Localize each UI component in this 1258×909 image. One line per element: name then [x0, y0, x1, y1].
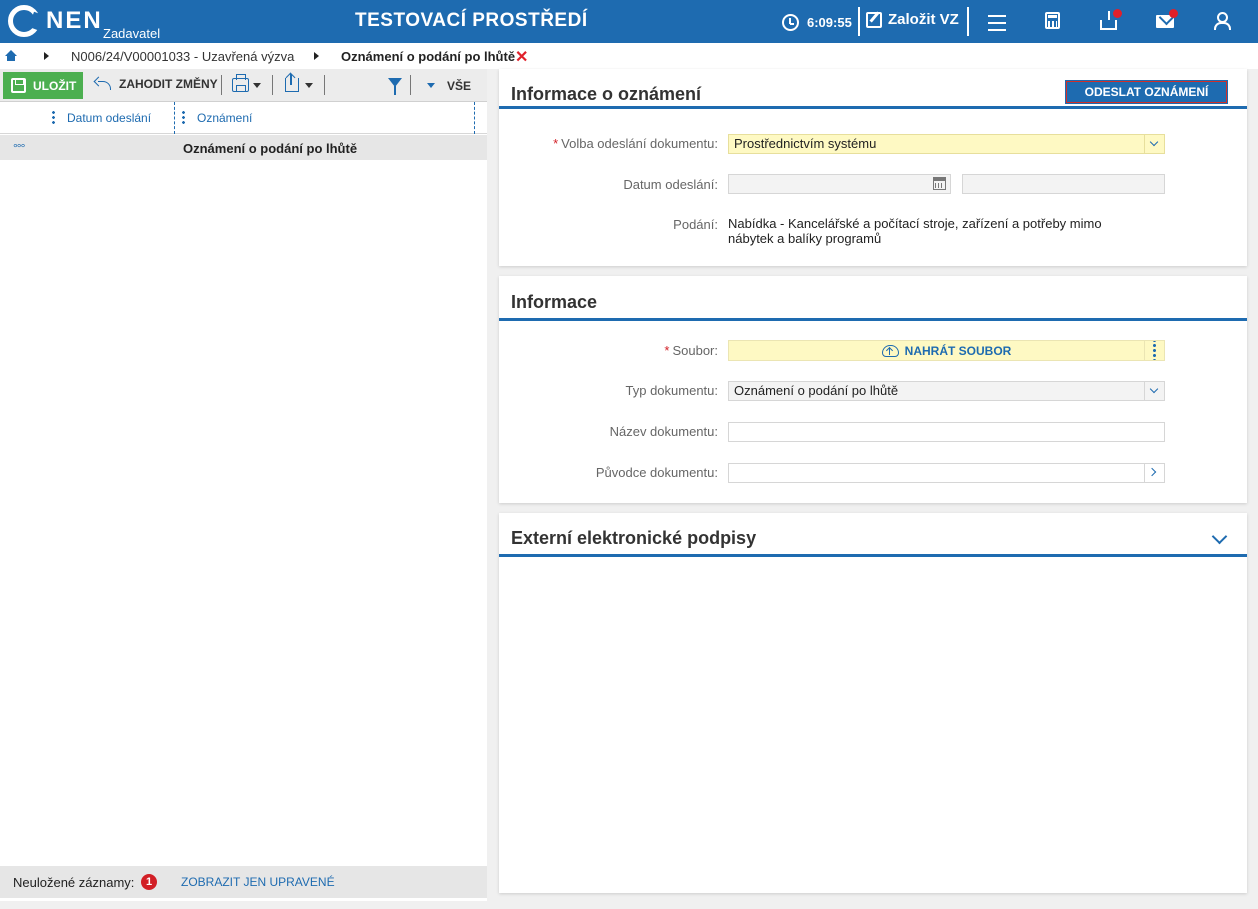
create-procurement-button[interactable]: Založit VZ — [866, 11, 959, 28]
table-row[interactable]: °°° Oznámení o podání po lhůtě — [0, 135, 487, 160]
document-name-label: Název dokumentu: — [609, 424, 718, 439]
send-date-label: Datum odeslání: — [623, 177, 718, 192]
document-originator-label: Původce dokumentu: — [595, 465, 718, 480]
print-dropdown-icon[interactable] — [253, 83, 261, 88]
home-icon[interactable] — [5, 50, 17, 61]
submission-value: Nabídka - Kancelářské a počítací stroje,… — [728, 216, 1102, 246]
upload-file-button[interactable]: NAHRÁT SOUBOR — [728, 340, 1165, 361]
info-panel: Informace * Soubor: NAHRÁT SOUBOR Typ dok… — [499, 276, 1247, 503]
panel-title: Externí elektronické podpisy — [511, 528, 757, 548]
toolbar-divider — [324, 75, 325, 95]
export-icon[interactable] — [285, 74, 299, 92]
toolbar-divider — [410, 75, 411, 95]
notice-info-panel: Informace o oznámení ODESLAT OZNÁMENÍ * V… — [499, 69, 1247, 266]
records-toolbar: ULOŽIT ZAHODIT ZMĚNY VŠE — [0, 69, 487, 102]
external-signatures-panel: Externí elektronické podpisy — [499, 513, 1247, 893]
calendar-icon — [933, 177, 946, 190]
row-menu-icon[interactable]: °°° — [13, 141, 25, 155]
breadcrumb-current: Oznámení o podání po lhůtě — [341, 49, 516, 64]
document-type-value: Oznámení o podání po lhůtě — [734, 383, 899, 398]
undo-icon — [94, 78, 111, 90]
unsaved-count-badge: 1 — [141, 874, 157, 890]
file-label: * Soubor: — [664, 343, 718, 358]
clock-icon — [782, 13, 799, 31]
brand-name[interactable]: NEN — [46, 7, 103, 35]
save-icon — [11, 78, 26, 93]
row-notice-cell[interactable]: Oznámení o podání po lhůtě — [183, 141, 357, 156]
column-header-notice[interactable]: Oznámení — [197, 111, 252, 125]
send-option-label: * Volba odeslání dokumentu: — [553, 136, 718, 151]
chevron-down-icon[interactable] — [1211, 528, 1228, 545]
records-panel: ULOŽIT ZAHODIT ZMĚNY VŠE Datum odeslání … — [0, 69, 487, 901]
save-label: ULOŽIT — [33, 78, 77, 93]
edit-icon — [866, 11, 882, 28]
toolbar-divider — [221, 75, 222, 95]
panel-header: Informace o oznámení ODESLAT OZNÁMENÍ — [499, 69, 1247, 109]
divider — [967, 7, 969, 36]
brand-role: Zadavatel — [103, 26, 161, 41]
cloud-upload-icon — [881, 344, 899, 357]
session-timer: 6:09:55 — [782, 12, 852, 32]
grid-header: Datum odeslání Oznámení — [0, 102, 487, 134]
panel-header: Informace — [499, 276, 1247, 321]
send-time-input — [962, 174, 1165, 194]
top-bar: NEN Zadavatel TESTOVACÍ PROSTŘEDÍ 6:09:5… — [0, 0, 1258, 43]
calculator-icon[interactable] — [1045, 12, 1060, 29]
chevron-right-icon[interactable] — [1144, 464, 1164, 482]
chevron-down-icon[interactable] — [1144, 382, 1164, 400]
divider — [858, 7, 860, 36]
view-dropdown-icon[interactable] — [427, 83, 435, 88]
submission-label: Podání: — [673, 217, 718, 232]
user-icon[interactable] — [1214, 12, 1231, 30]
session-time: 6:09:55 — [807, 14, 852, 30]
breadcrumb-arrow-icon — [44, 52, 49, 60]
document-name-input[interactable] — [728, 422, 1165, 442]
breadcrumb-procurement[interactable]: N006/24/V00001033 - Uzavřená výzva — [71, 49, 294, 64]
toolbar-divider — [272, 75, 273, 95]
close-tab-icon[interactable]: ✕ — [515, 47, 528, 67]
breadcrumb: N006/24/V00001033 - Uzavřená výzva Oznám… — [0, 43, 1258, 69]
send-option-select[interactable]: Prostřednictvím systému — [728, 134, 1165, 154]
document-type-label: Typ dokumentu: — [625, 383, 719, 398]
discard-label: ZAHODIT ZMĚNY — [119, 77, 218, 91]
nen-logo-icon[interactable] — [8, 5, 40, 37]
print-icon[interactable] — [232, 74, 249, 92]
mail-notification-dot — [1169, 9, 1178, 18]
document-type-select[interactable]: Oznámení o podání po lhůtě — [728, 381, 1165, 401]
breadcrumb-arrow-icon — [314, 52, 319, 60]
filter-icon[interactable] — [388, 78, 402, 95]
column-menu-icon[interactable] — [182, 110, 185, 124]
column-menu-icon[interactable] — [52, 110, 55, 124]
column-header-date[interactable]: Datum odeslání — [67, 111, 151, 125]
grid-footer: Neuložené záznamy: 1 ZOBRAZIT JEN UPRAVE… — [0, 866, 487, 898]
menu-icon[interactable] — [988, 15, 1008, 33]
environment-title: TESTOVACÍ PROSTŘEDÍ — [355, 10, 588, 31]
panel-title: Informace — [511, 292, 598, 312]
column-separator[interactable] — [474, 102, 475, 134]
send-date-input — [728, 174, 951, 194]
show-modified-link[interactable]: ZOBRAZIT JEN UPRAVENÉ — [181, 875, 335, 889]
panel-title: Informace o oznámení — [511, 84, 702, 104]
send-option-value: Prostřednictvím systému — [734, 136, 877, 151]
column-separator[interactable] — [174, 102, 175, 134]
inbox-icon[interactable] — [1100, 11, 1117, 30]
create-procurement-label: Založit VZ — [888, 11, 959, 28]
export-dropdown-icon[interactable] — [305, 83, 313, 88]
chevron-down-icon[interactable] — [1144, 135, 1164, 153]
unsaved-records-label: Neuložené záznamy: — [13, 875, 135, 890]
view-filter-label[interactable]: VŠE — [447, 79, 471, 93]
inbox-notification-dot — [1113, 9, 1122, 18]
save-button[interactable]: ULOŽIT — [3, 72, 83, 99]
send-notice-button[interactable]: ODESLAT OZNÁMENÍ — [1065, 80, 1228, 104]
upload-file-label: NAHRÁT SOUBOR — [904, 343, 1012, 358]
panel-header[interactable]: Externí elektronické podpisy — [499, 513, 1247, 557]
more-options-icon[interactable] — [1144, 341, 1164, 360]
discard-changes-button[interactable]: ZAHODIT ZMĚNY — [94, 77, 218, 91]
document-originator-input[interactable] — [728, 463, 1165, 483]
